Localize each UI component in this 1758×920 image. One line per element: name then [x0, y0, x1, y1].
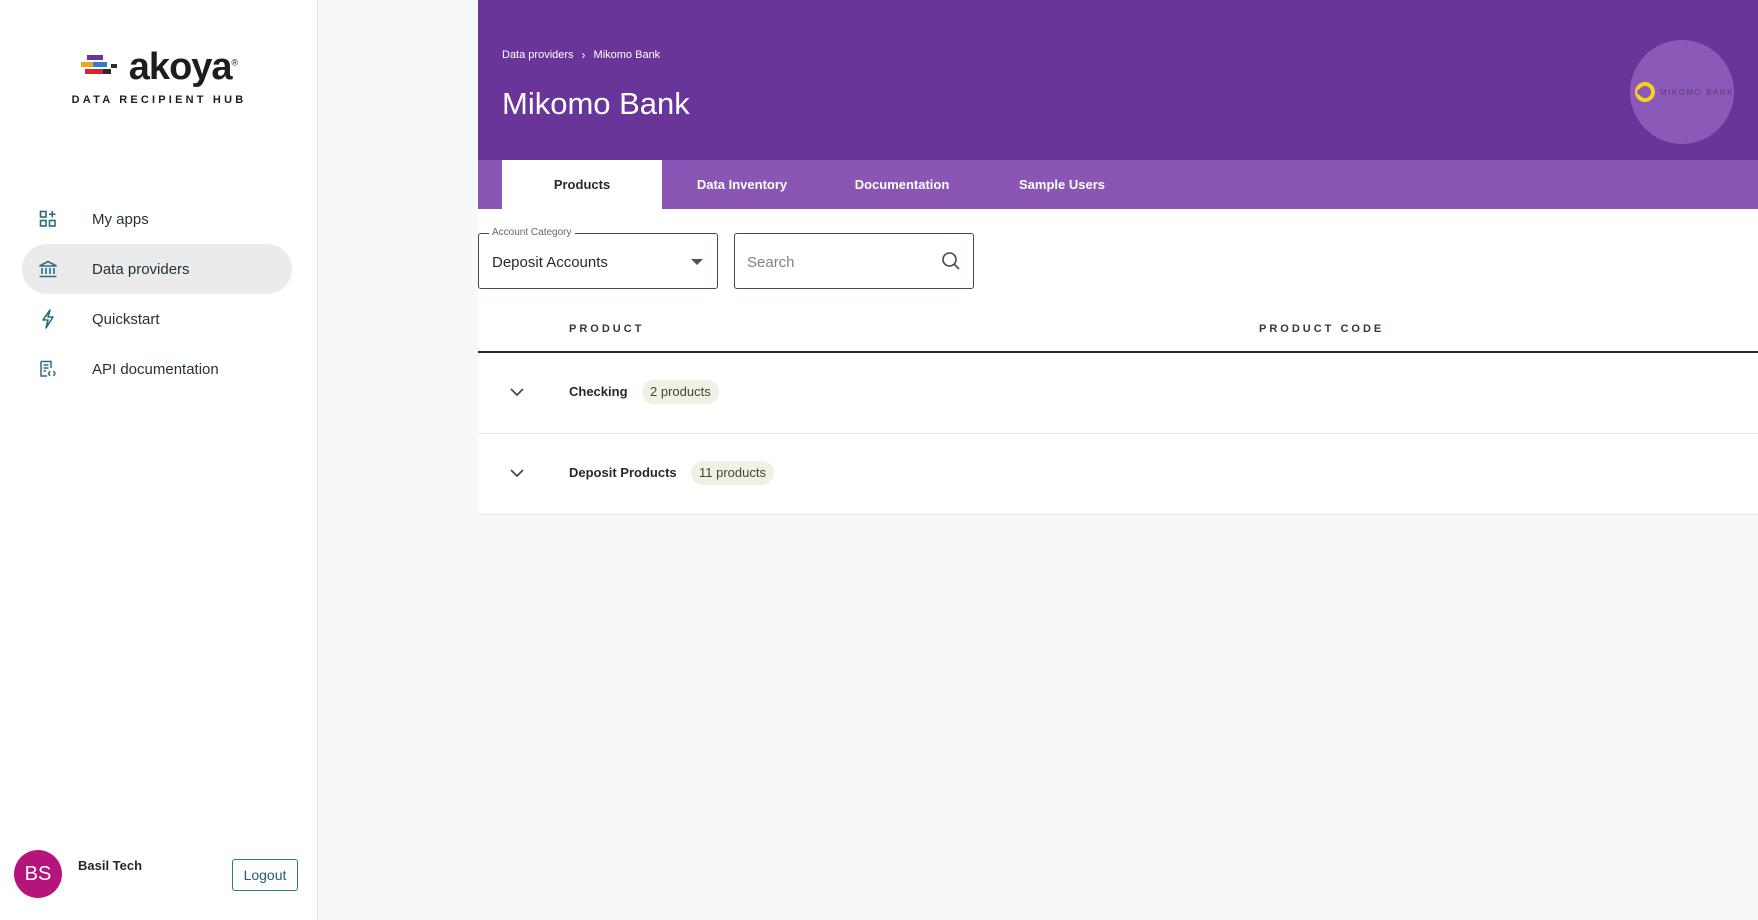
account-category-label: Account Category	[489, 227, 575, 238]
product-group-name: Deposit Products	[569, 465, 677, 480]
bank-logo-text: MIKOMO BANK	[1660, 87, 1734, 97]
avatar[interactable]: BS	[14, 850, 62, 898]
sidebar-nav: My apps Data providers Quickstart API do…	[22, 194, 292, 394]
logo-subtitle: DATA RECIPIENT HUB	[71, 94, 247, 106]
column-header-product[interactable]: PRODUCT	[569, 323, 644, 335]
akoya-logo-mark-icon	[80, 55, 117, 74]
caret-down-icon	[691, 259, 703, 265]
table-header: PRODUCT PRODUCT CODE	[478, 305, 1758, 353]
lightning-icon	[38, 309, 58, 329]
search-icon[interactable]	[941, 251, 961, 271]
bank-icon	[38, 259, 58, 279]
breadcrumb-link-data-providers[interactable]: Data providers	[502, 49, 574, 61]
sidebar-item-label: Quickstart	[92, 310, 160, 328]
sidebar-item-quickstart[interactable]: Quickstart	[22, 294, 292, 344]
breadcrumb-separator: ›	[581, 48, 586, 62]
user-panel: BS Basil Tech Logout	[14, 850, 304, 898]
product-count-badge: 2 products	[642, 380, 719, 404]
tab-documentation[interactable]: Documentation	[822, 160, 982, 209]
column-header-product-code[interactable]: PRODUCT CODE	[1259, 323, 1384, 335]
api-doc-icon	[38, 359, 58, 379]
tab-data-inventory[interactable]: Data Inventory	[662, 160, 822, 209]
tab-products[interactable]: Products	[502, 160, 662, 209]
provider-header: Data providers › Mikomo Bank Mikomo Bank…	[478, 0, 1758, 160]
search-input[interactable]	[747, 250, 927, 274]
sidebar-item-label: Data providers	[92, 260, 190, 278]
bank-logo: MIKOMO BANK	[1630, 40, 1734, 144]
products-panel: Account Category Deposit Accounts PRODUC…	[478, 209, 1758, 515]
mikomo-logo-icon	[1635, 82, 1655, 102]
chevron-down-icon[interactable]	[508, 383, 526, 401]
search-box	[734, 233, 974, 289]
sidebar-item-api-documentation[interactable]: API documentation	[22, 344, 292, 394]
sidebar: akoya® DATA RECIPIENT HUB My apps Data p…	[0, 0, 318, 920]
user-name: Basil Tech	[78, 858, 143, 873]
breadcrumb: Data providers › Mikomo Bank	[502, 48, 660, 62]
logout-button[interactable]: Logout	[232, 859, 298, 891]
sidebar-item-my-apps[interactable]: My apps	[22, 194, 292, 244]
logo-wordmark: akoya®	[128, 46, 238, 88]
tab-sample-users[interactable]: Sample Users	[982, 160, 1142, 209]
breadcrumb-current: Mikomo Bank	[593, 49, 661, 61]
sidebar-item-data-providers[interactable]: Data providers	[22, 244, 292, 294]
sidebar-item-label: API documentation	[92, 360, 219, 378]
table-row[interactable]: Checking 2 products	[478, 353, 1758, 434]
app-root: akoya® DATA RECIPIENT HUB My apps Data p…	[0, 0, 1758, 920]
account-category-value: Deposit Accounts	[492, 254, 608, 271]
table-row[interactable]: Deposit Products 11 products	[478, 434, 1758, 515]
provider-tabs: Products Data Inventory Documentation Sa…	[478, 160, 1758, 209]
product-count-badge: 11 products	[691, 461, 774, 485]
sidebar-item-label: My apps	[92, 210, 149, 228]
page-title: Mikomo Bank	[502, 86, 690, 121]
apps-add-icon	[38, 209, 58, 229]
akoya-logo[interactable]: akoya® DATA RECIPIENT HUB	[0, 48, 318, 106]
product-group-name: Checking	[569, 384, 628, 399]
account-category-select[interactable]: Account Category Deposit Accounts	[478, 227, 718, 289]
chevron-down-icon[interactable]	[508, 464, 526, 482]
